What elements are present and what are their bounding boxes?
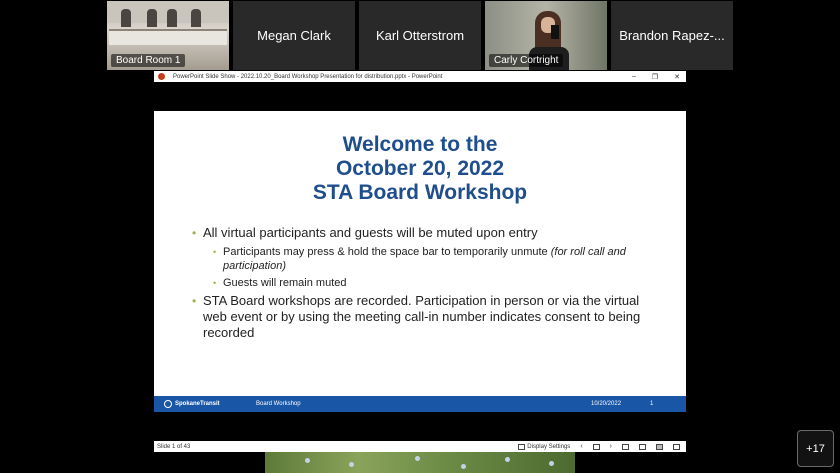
status-controls: Display Settings ‹ › <box>518 441 680 452</box>
slide-footer: SpokaneTransit Board Workshop 10/20/2022… <box>154 396 686 412</box>
participant-name: Karl Otterstrom <box>375 28 465 43</box>
slide-title-line: STA Board Workshop <box>312 181 528 204</box>
participant-name: Carly Cortright <box>489 54 564 67</box>
spokane-transit-logo: SpokaneTransit <box>164 400 220 408</box>
ppt-window-title: PowerPoint Slide Show - 2022.10.20_Board… <box>173 73 443 80</box>
previous-slide-icon[interactable]: ‹ <box>580 443 582 450</box>
bullet-muted-entry: All virtual participants and guests will… <box>192 225 652 241</box>
room-person <box>167 9 177 27</box>
flower-spot <box>305 458 310 463</box>
flower-spot <box>505 457 510 462</box>
room-person <box>191 9 201 27</box>
slide-navigator-icon[interactable] <box>592 443 600 450</box>
participant-name: Brandon Rapez-... <box>619 28 725 43</box>
participant-tile-megan-clark[interactable]: Megan Clark <box>233 1 355 70</box>
display-settings-button[interactable]: Display Settings <box>518 443 571 450</box>
bottom-video-feed <box>265 452 575 473</box>
logo-text: SpokaneTransit <box>175 401 220 407</box>
reading-view-icon[interactable] <box>656 443 663 450</box>
phone <box>551 25 559 39</box>
restore-icon[interactable]: ❐ <box>652 73 658 81</box>
flower-spot <box>415 456 420 461</box>
participant-tile-brandon-rapez[interactable]: Brandon Rapez-... <box>611 1 733 70</box>
participant-name: Board Room 1 <box>111 54 186 67</box>
flower-spot <box>549 461 554 466</box>
sub-bullet-space-bar: Participants may press & hold the space … <box>192 245 652 273</box>
minimize-icon[interactable]: – <box>632 73 636 80</box>
close-icon[interactable]: ✕ <box>674 73 680 81</box>
next-slide-icon[interactable]: › <box>610 443 612 450</box>
slide-title-line: Welcome to the <box>342 133 498 156</box>
sub-bullet-guests: Guests will remain muted <box>192 276 652 290</box>
slide-title: Welcome to the October 20, 2022 STA Boar… <box>154 133 686 205</box>
participant-name: Megan Clark <box>257 28 331 43</box>
window-controls: – ❐ ✕ <box>632 71 680 82</box>
ppt-status-bar: Slide 1 of 43 Display Settings ‹ › <box>154 441 686 452</box>
participant-tile-board-room[interactable]: Board Room 1 <box>107 1 229 70</box>
powerpoint-icon <box>158 73 165 80</box>
slide-content: Welcome to the October 20, 2022 STA Boar… <box>154 111 686 412</box>
footer-page-number: 1 <box>650 401 654 407</box>
room-person <box>121 9 131 27</box>
footer-date: 10/20/2022 <box>591 401 622 407</box>
slide-counter: Slide 1 of 43 <box>157 443 191 450</box>
normal-view-icon[interactable] <box>622 443 629 450</box>
flower-spot <box>461 464 466 469</box>
more-participants-button[interactable]: +17 <box>797 430 834 467</box>
participant-tile-carly-cortright[interactable]: Carly Cortright <box>485 1 607 70</box>
room-table <box>109 29 227 45</box>
slide-title-line: October 20, 2022 <box>335 157 505 180</box>
slide-bullets: All virtual participants and guests will… <box>192 225 652 345</box>
logo-ring-icon <box>164 400 172 408</box>
bullet-recorded: STA Board workshops are recorded. Partic… <box>192 293 652 341</box>
sub-bullet-text: Participants may press & hold the space … <box>223 246 551 258</box>
slide-sorter-icon[interactable] <box>639 443 646 450</box>
display-settings-label: Display Settings <box>527 443 571 450</box>
participant-tile-karl-otterstrom[interactable]: Karl Otterstrom <box>359 1 481 70</box>
slideshow-icon[interactable] <box>673 443 680 450</box>
room-person <box>147 9 157 27</box>
meeting-stage: Board Room 1 Megan Clark Karl Otterstrom… <box>0 0 840 473</box>
ppt-titlebar: PowerPoint Slide Show - 2022.10.20_Board… <box>154 71 686 82</box>
flower-spot <box>349 462 354 467</box>
monitor-icon <box>518 443 526 450</box>
footer-title: Board Workshop <box>256 401 301 407</box>
